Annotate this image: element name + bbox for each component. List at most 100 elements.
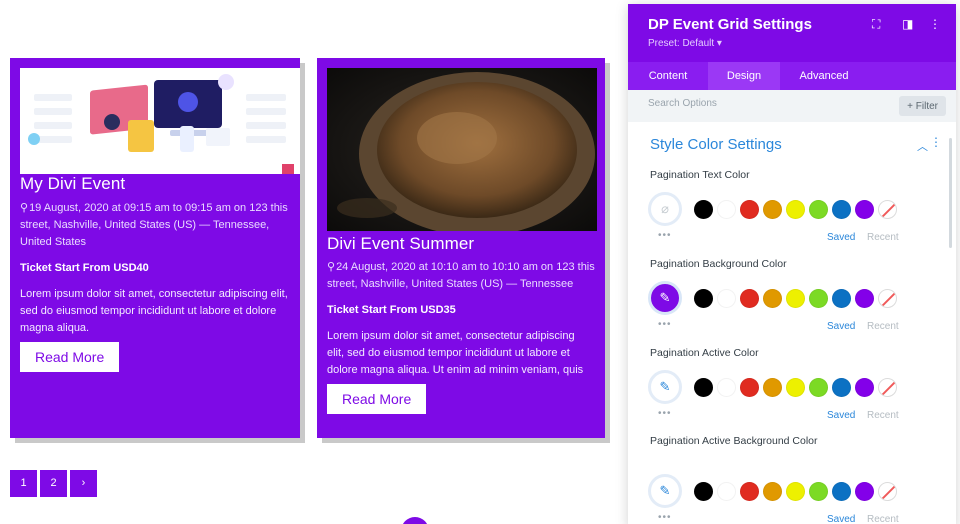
color-swatch[interactable] — [855, 200, 874, 219]
event-card: My Divi Event ⚲19 August, 2020 at 09:15 … — [10, 58, 300, 438]
color-swatch[interactable] — [855, 482, 874, 501]
swatch-row — [694, 289, 897, 308]
saved-tab[interactable]: Saved — [827, 410, 855, 421]
color-swatch[interactable] — [740, 200, 759, 219]
event-ticket: Ticket Start From USD35 — [327, 304, 456, 316]
color-swatch[interactable] — [694, 289, 713, 308]
color-swatch[interactable] — [740, 289, 759, 308]
event-description: Lorem ipsum dolor sit amet, consectetur … — [20, 288, 288, 334]
event-ticket: Ticket Start From USD40 — [20, 262, 149, 274]
color-swatch[interactable] — [763, 482, 782, 501]
color-swatch[interactable] — [717, 200, 736, 219]
color-swatch[interactable] — [855, 289, 874, 308]
event-meta: ⚲24 August, 2020 at 10:10 am to 10:10 am… — [327, 259, 599, 293]
color-swatch[interactable] — [832, 482, 851, 501]
color-swatch[interactable] — [786, 482, 805, 501]
color-swatch[interactable] — [809, 289, 828, 308]
color-picker-button[interactable]: ✎ — [648, 281, 682, 315]
color-swatch[interactable] — [832, 289, 851, 308]
panel-title: DP Event Grid Settings — [648, 16, 812, 33]
read-more-button[interactable]: Read More — [20, 342, 120, 372]
recent-tab[interactable]: Recent — [867, 410, 899, 421]
event-title[interactable]: My Divi Event — [20, 174, 125, 194]
eyedropper-icon: ✎ — [659, 290, 671, 305]
event-image-illustration — [20, 68, 300, 174]
next-page-button[interactable]: › — [70, 470, 97, 497]
more-options-icon[interactable]: ⋮ — [929, 17, 941, 31]
more-colors-icon[interactable]: ••• — [658, 512, 672, 523]
eyedropper-icon: ✎ — [659, 483, 671, 498]
color-swatch[interactable] — [832, 200, 851, 219]
filter-button[interactable]: + Filter — [899, 96, 946, 116]
setting-label: Pagination Active Color — [650, 347, 759, 359]
more-colors-icon[interactable]: ••• — [658, 408, 672, 419]
color-swatch[interactable] — [786, 378, 805, 397]
color-swatch[interactable] — [855, 378, 874, 397]
saved-tab[interactable]: Saved — [827, 321, 855, 332]
page-button-2[interactable]: 2 — [40, 470, 67, 497]
swatch-row — [694, 378, 897, 397]
paperclip-icon: ⌀ — [661, 201, 669, 216]
panel-header: DP Event Grid Settings Preset: Default ▾… — [628, 4, 956, 62]
panel-tabs: Content Design Advanced — [628, 62, 956, 90]
no-color-swatch[interactable] — [878, 289, 897, 308]
color-swatch[interactable] — [717, 289, 736, 308]
color-picker-button[interactable]: ✎ — [648, 474, 682, 508]
panel-scrollbar[interactable] — [949, 138, 952, 248]
search-row: + Filter — [628, 90, 956, 122]
sidebar-toggle-icon[interactable]: ◨ — [902, 17, 913, 31]
add-module-button[interactable] — [401, 517, 429, 524]
color-picker-button[interactable]: ✎ — [648, 370, 682, 404]
section-title: Style Color Settings — [650, 136, 782, 153]
event-image[interactable] — [327, 68, 597, 231]
tab-design[interactable]: Design — [708, 62, 780, 90]
color-picker-button[interactable]: ⌀ — [648, 192, 682, 226]
color-swatch[interactable] — [763, 200, 782, 219]
color-swatch[interactable] — [809, 378, 828, 397]
saved-tab[interactable]: Saved — [827, 514, 855, 524]
read-more-button[interactable]: Read More — [327, 384, 427, 414]
color-swatch[interactable] — [809, 482, 828, 501]
map-pin-icon: ⚲ — [20, 202, 29, 214]
event-image[interactable] — [20, 68, 300, 174]
recent-tab[interactable]: Recent — [867, 321, 899, 332]
saved-tab[interactable]: Saved — [827, 232, 855, 243]
color-swatch[interactable] — [763, 378, 782, 397]
setting-label: Pagination Active Background Color — [650, 435, 818, 447]
color-swatch[interactable] — [786, 289, 805, 308]
color-swatch[interactable] — [717, 378, 736, 397]
search-options-input[interactable] — [648, 98, 848, 109]
color-swatch[interactable] — [786, 200, 805, 219]
event-card: Divi Event Summer ⚲24 August, 2020 at 10… — [317, 58, 605, 438]
color-swatch[interactable] — [809, 200, 828, 219]
color-swatch[interactable] — [694, 200, 713, 219]
color-swatch[interactable] — [832, 378, 851, 397]
tab-advanced[interactable]: Advanced — [780, 62, 868, 90]
color-swatch[interactable] — [740, 482, 759, 501]
no-color-swatch[interactable] — [878, 378, 897, 397]
eyedropper-icon: ✎ — [659, 379, 671, 394]
color-swatch[interactable] — [763, 289, 782, 308]
color-swatch[interactable] — [717, 482, 736, 501]
chevron-up-icon[interactable]: ︿ — [917, 138, 928, 154]
event-title[interactable]: Divi Event Summer — [327, 234, 474, 254]
event-description: Lorem ipsum dolor sit amet, consectetur … — [327, 330, 584, 376]
recent-tab[interactable]: Recent — [867, 232, 899, 243]
color-swatch[interactable] — [694, 482, 713, 501]
color-swatch[interactable] — [694, 378, 713, 397]
page-button-1[interactable]: 1 — [10, 470, 37, 497]
pagination: 1 2 › — [10, 470, 97, 497]
setting-label: Pagination Background Color — [650, 258, 787, 270]
tab-content[interactable]: Content — [628, 62, 708, 90]
more-colors-icon[interactable]: ••• — [658, 230, 672, 241]
more-colors-icon[interactable]: ••• — [658, 319, 672, 330]
preset-selector[interactable]: Preset: Default ▾ — [648, 38, 722, 49]
map-pin-icon: ⚲ — [327, 261, 336, 273]
section-header[interactable]: Style Color Settings ︿ ⋮ — [628, 122, 956, 166]
section-more-icon[interactable]: ⋮ — [930, 135, 942, 149]
no-color-swatch[interactable] — [878, 482, 897, 501]
no-color-swatch[interactable] — [878, 200, 897, 219]
color-swatch[interactable] — [740, 378, 759, 397]
fullscreen-icon[interactable]: ⛶ — [872, 17, 880, 32]
recent-tab[interactable]: Recent — [867, 514, 899, 524]
